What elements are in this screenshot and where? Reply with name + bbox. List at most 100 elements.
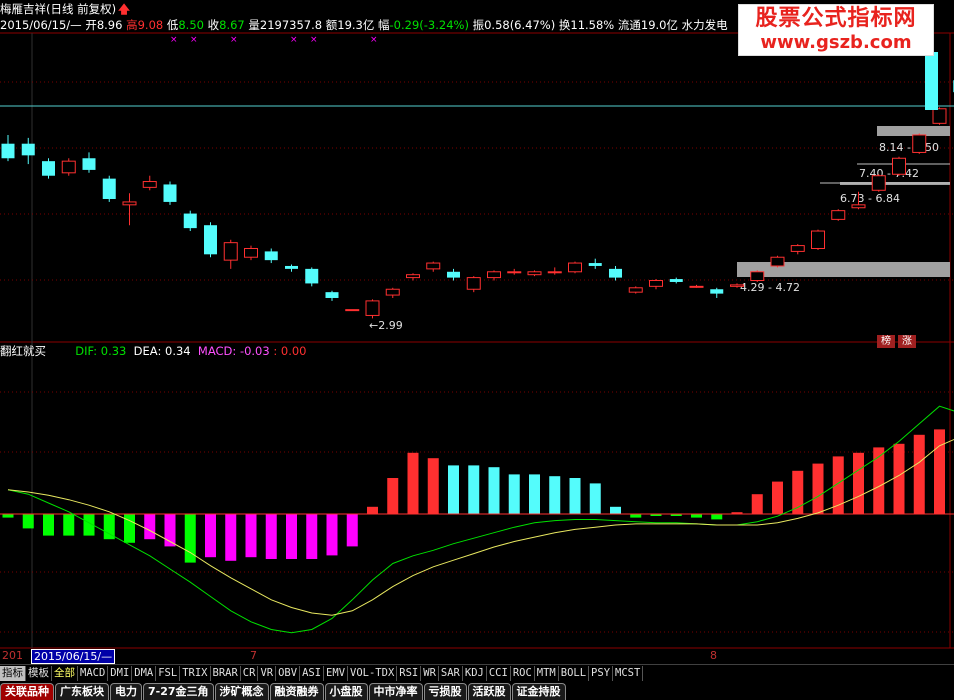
indicator-tab-10[interactable]: VR [258, 666, 277, 681]
indicator-tab-1[interactable]: 模板 [26, 666, 52, 681]
axis-month-7: 7 [250, 649, 257, 662]
candle-body-19 [385, 288, 400, 296]
block-tab-5[interactable]: 融资融券 [269, 683, 324, 700]
volume-label: 量 [248, 18, 260, 32]
macd-bar-22 [448, 465, 459, 514]
indicator-tab-2[interactable]: 全部 [52, 666, 78, 681]
indicator-tab-5[interactable]: DMA [132, 666, 157, 681]
candle-body-7 [142, 181, 157, 188]
turnover-value: 11.58% [570, 18, 615, 32]
chart-canvas: × × × × × × 8.14 - 8.50 7.40 - 7.42 6.73 - 6.84 4… [0, 32, 954, 649]
indicator-tab-21[interactable]: MTM [535, 666, 559, 681]
candle-body-44 [892, 157, 906, 175]
indicator-tab-15[interactable]: RSI [397, 666, 422, 681]
indicator-tab-12[interactable]: ASI [300, 666, 325, 681]
indicator-tab-23[interactable]: PSY [589, 666, 614, 681]
indicator-tab-17[interactable]: SAR [439, 666, 463, 681]
candle-body-17 [345, 309, 360, 312]
indicator-tab-7[interactable]: TRIX [180, 666, 211, 681]
period-label: (日线 前复权) [46, 2, 117, 16]
indicator-tab-22[interactable]: BOLL [559, 666, 590, 681]
last-candle-body [925, 52, 938, 110]
amount-value: 19.3亿 [337, 18, 375, 32]
dea-label: DEA: [133, 344, 162, 358]
indicator-tabs: 指标 模板 全部 MACD DMI DMA FSL TRIX BRAR CR VR OBV ASI EMV… [0, 664, 954, 682]
stock-name: 梅雁吉祥 [0, 2, 46, 16]
block-tab-3[interactable]: 7-27金三角 [143, 683, 214, 700]
macd-bar-29 [589, 483, 601, 514]
macd-bar-24 [488, 467, 500, 514]
candle-body-4 [82, 158, 96, 170]
macd-bar-40 [812, 463, 824, 514]
indicator-tab-0[interactable]: 指标 [0, 666, 26, 681]
candle-body-46 [932, 108, 947, 124]
candle-body-33 [669, 279, 683, 282]
block-tab-1[interactable]: 广东板块 [55, 683, 109, 700]
candle-body-24 [487, 271, 501, 279]
indicator-tab-14[interactable]: VOL-TDX [348, 666, 398, 681]
indicator-header: 翻红就买 DIF: 0.33 DEA: 0.34 MACD: -0.03 : 0… [0, 343, 307, 359]
candle-body-0 [1, 143, 15, 159]
macd-bar-45 [913, 434, 925, 514]
float-label: 流通 [617, 18, 641, 32]
macd-bar-1 [22, 514, 34, 529]
indicator-tab-9[interactable]: CR [241, 666, 259, 681]
indicator-tab-16[interactable]: WR [421, 666, 439, 681]
indicator-tab-8[interactable]: BRAR [211, 666, 241, 681]
block-tab-9[interactable]: 活跃股 [467, 683, 511, 700]
block-tab-8[interactable]: 亏损股 [423, 683, 467, 700]
signal-marker-0: × [170, 35, 178, 45]
open-value: 8.96 [96, 18, 123, 32]
volume-value: 2197357.8 [259, 18, 323, 32]
candle-body-40 [811, 230, 825, 249]
macd-bar-3 [63, 514, 75, 536]
block-tab-6[interactable]: 小盘股 [324, 683, 368, 700]
candle-body-30 [609, 268, 622, 278]
candle-body-18 [365, 300, 380, 316]
watermark-url: www.gszb.com [760, 32, 912, 53]
amplitude-value: 0.58(6.47%) [484, 18, 556, 32]
watermark-title: 股票公式指标网 [755, 6, 917, 31]
candle-body-8 [163, 184, 177, 202]
signal-marker-5: × [370, 35, 378, 45]
candle-body-1 [21, 143, 35, 156]
indicator-tab-6[interactable]: FSL [156, 666, 181, 681]
candle-body-3 [61, 160, 76, 174]
candle-body-37 [750, 271, 765, 282]
macd-bar-31 [630, 514, 642, 518]
low-value: 8.50 [178, 18, 204, 32]
indicator-tab-19[interactable]: CCI [487, 666, 511, 681]
indicator-tab-13[interactable]: EMV [324, 666, 349, 681]
block-tab-2[interactable]: 电力 [110, 683, 142, 700]
indicator-tab-4[interactable]: DMI [108, 666, 133, 681]
change-label: 幅 [378, 18, 390, 32]
rise-badge[interactable]: 涨 [898, 335, 916, 348]
block-tab-4[interactable]: 涉矿概念 [214, 683, 269, 700]
macd-bar-38 [772, 481, 783, 514]
dea-value: 0.34 [165, 344, 191, 358]
macd-bar-0 [2, 514, 14, 518]
signal-marker-3: × [290, 35, 298, 45]
candle-body-31 [628, 287, 643, 293]
indicator-tab-20[interactable]: ROC [511, 666, 535, 681]
block-tab-0[interactable]: 关联品种 [0, 683, 54, 700]
candle-body-12 [244, 247, 258, 258]
candle-body-27 [547, 271, 562, 274]
block-tab-7[interactable]: 中市净率 [368, 683, 423, 700]
indicator-name[interactable]: 翻红就买 [0, 344, 46, 358]
site-watermark: 股票公式指标网 www.gszb.com [738, 4, 934, 56]
indicator-tab-18[interactable]: KDJ [463, 666, 487, 681]
indicator-tab-24[interactable]: MCST [613, 666, 644, 681]
open-label: 开 [85, 18, 97, 32]
badge-group: 榜涨 [874, 329, 916, 348]
candle-body-34 [689, 285, 704, 288]
price-band-label-2: 6.73 - 6.84 [840, 192, 900, 205]
candle-body-25 [507, 271, 522, 274]
indicator-tab-11[interactable]: OBV [276, 666, 301, 681]
block-tabs: 关联品种 广东板块 电力 7-27金三角 涉矿概念 融资融券 小盘股 中市净率 亏损股 活跃股 证金… [0, 682, 954, 700]
indicator-tab-3[interactable]: MACD [78, 666, 109, 681]
rank-badge[interactable]: 榜 [877, 335, 895, 348]
block-tab-10[interactable]: 证金持股 [511, 683, 566, 700]
up-arrow-icon[interactable]: 🡅 [118, 2, 130, 16]
candle-body-43 [871, 175, 886, 191]
